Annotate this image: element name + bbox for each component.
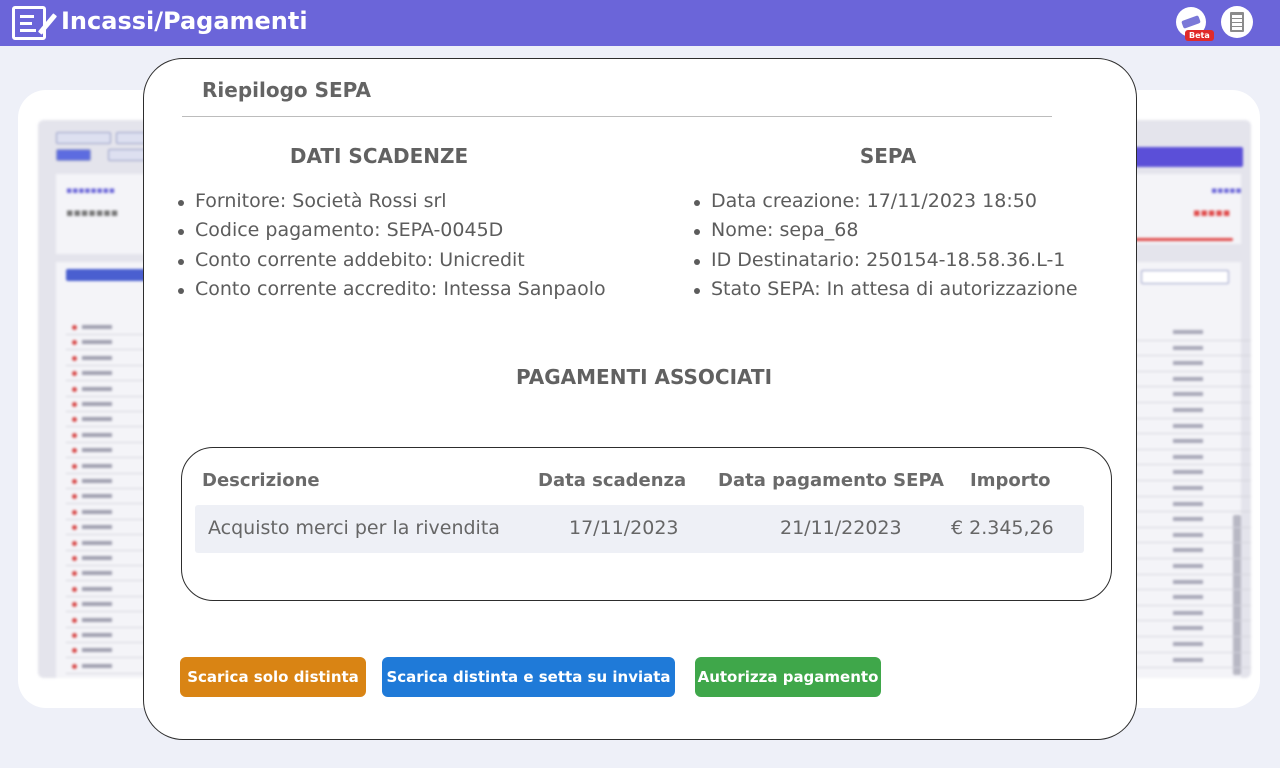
background-row	[66, 505, 146, 520]
background-row	[1133, 497, 1251, 513]
building-icon[interactable]	[1221, 6, 1253, 38]
background-row	[66, 351, 146, 366]
download-set-sent-button[interactable]: Scarica distinta e setta su inviata	[382, 657, 675, 697]
background-row	[66, 382, 146, 397]
background-row	[1133, 621, 1251, 637]
sepa-title: SEPA	[859, 144, 917, 168]
authorize-payment-button[interactable]: Autorizza pagamento	[695, 657, 881, 697]
list-item: Fornitore: Società Rossi srl	[175, 187, 606, 216]
background-row	[1133, 434, 1251, 450]
list-item: Nome: sepa_68	[691, 216, 1078, 245]
cell-descrizione: Acquisto merci per la rivendita	[208, 517, 500, 539]
background-row	[66, 335, 146, 351]
column-header-data-pagamento: Data pagamento SEPA	[718, 470, 944, 491]
background-row	[1133, 419, 1251, 435]
divider	[182, 116, 1052, 117]
background-row	[66, 412, 146, 428]
column-header-descrizione: Descrizione	[202, 470, 320, 491]
background-row	[66, 566, 146, 582]
background-row	[1133, 637, 1251, 653]
background-row	[66, 613, 146, 628]
background-row	[66, 489, 146, 505]
background-row	[66, 674, 146, 678]
background-row	[1133, 606, 1251, 622]
cell-data-pagamento: 21/11/22023	[780, 517, 902, 539]
background-row	[1133, 465, 1251, 481]
dati-scadenze-list: Fornitore: Società Rossi srl Codice paga…	[175, 187, 606, 304]
background-row	[66, 536, 146, 551]
background-row	[66, 320, 146, 335]
background-row	[1133, 512, 1251, 528]
list-item: Codice pagamento: SEPA-0045D	[175, 216, 606, 245]
background-row	[1133, 481, 1251, 497]
background-row	[66, 582, 146, 597]
column-header-importo: Importo	[970, 470, 1051, 491]
background-row	[1133, 528, 1251, 544]
download-only-button[interactable]: Scarica solo distinta	[180, 657, 366, 697]
list-item: Conto corrente accredito: Intessa Sanpao…	[175, 275, 606, 304]
background-row	[66, 459, 146, 474]
payments-table: Descrizione Data scadenza Data pagamento…	[181, 447, 1112, 601]
cell-importo: € 2.345,26	[951, 517, 1054, 539]
dati-scadenze-title: DATI SCADENZE	[289, 144, 469, 168]
background-row	[66, 597, 146, 613]
page-title: Incassi/Pagamenti	[61, 7, 308, 35]
pagamenti-associati-title: PAGAMENTI ASSOCIATI	[515, 365, 773, 389]
background-row	[66, 643, 146, 659]
background-row	[1133, 543, 1251, 559]
background-row	[1133, 450, 1251, 466]
background-row	[66, 628, 146, 643]
background-row	[1133, 356, 1251, 372]
form-edit-icon	[12, 6, 58, 40]
background-row	[1133, 575, 1251, 591]
background-row	[1133, 341, 1251, 357]
background-row	[66, 551, 146, 566]
list-item: ID Destinatario: 250154-18.58.36.L-1	[691, 246, 1078, 275]
modal-title: Riepilogo SEPA	[202, 78, 371, 102]
background-row	[1133, 387, 1251, 403]
sepa-list: Data creazione: 17/11/2023 18:50 Nome: s…	[691, 187, 1078, 304]
cell-data-scadenza: 17/11/2023	[569, 517, 679, 539]
sepa-summary-modal: Riepilogo SEPA DATI SCADENZE Fornitore: …	[143, 58, 1137, 740]
background-row	[66, 520, 146, 536]
background-row	[66, 474, 146, 489]
background-row	[66, 659, 146, 674]
list-item: Conto corrente addebito: Unicredit	[175, 246, 606, 275]
top-bar: Incassi/Pagamenti Beta	[0, 0, 1280, 46]
background-row	[1133, 653, 1251, 669]
background-row	[66, 397, 146, 412]
beta-badge: Beta	[1185, 30, 1214, 41]
background-row	[66, 366, 146, 382]
column-header-data-scadenza: Data scadenza	[538, 470, 687, 491]
list-item: Stato SEPA: In attesa di autorizzazione	[691, 275, 1078, 304]
background-row	[1133, 559, 1251, 575]
background-row	[1133, 403, 1251, 419]
background-row	[66, 443, 146, 459]
list-item: Data creazione: 17/11/2023 18:50	[691, 187, 1078, 216]
background-row	[1133, 590, 1251, 606]
background-row	[66, 428, 146, 443]
background-row	[1133, 325, 1251, 341]
background-row	[1133, 372, 1251, 388]
